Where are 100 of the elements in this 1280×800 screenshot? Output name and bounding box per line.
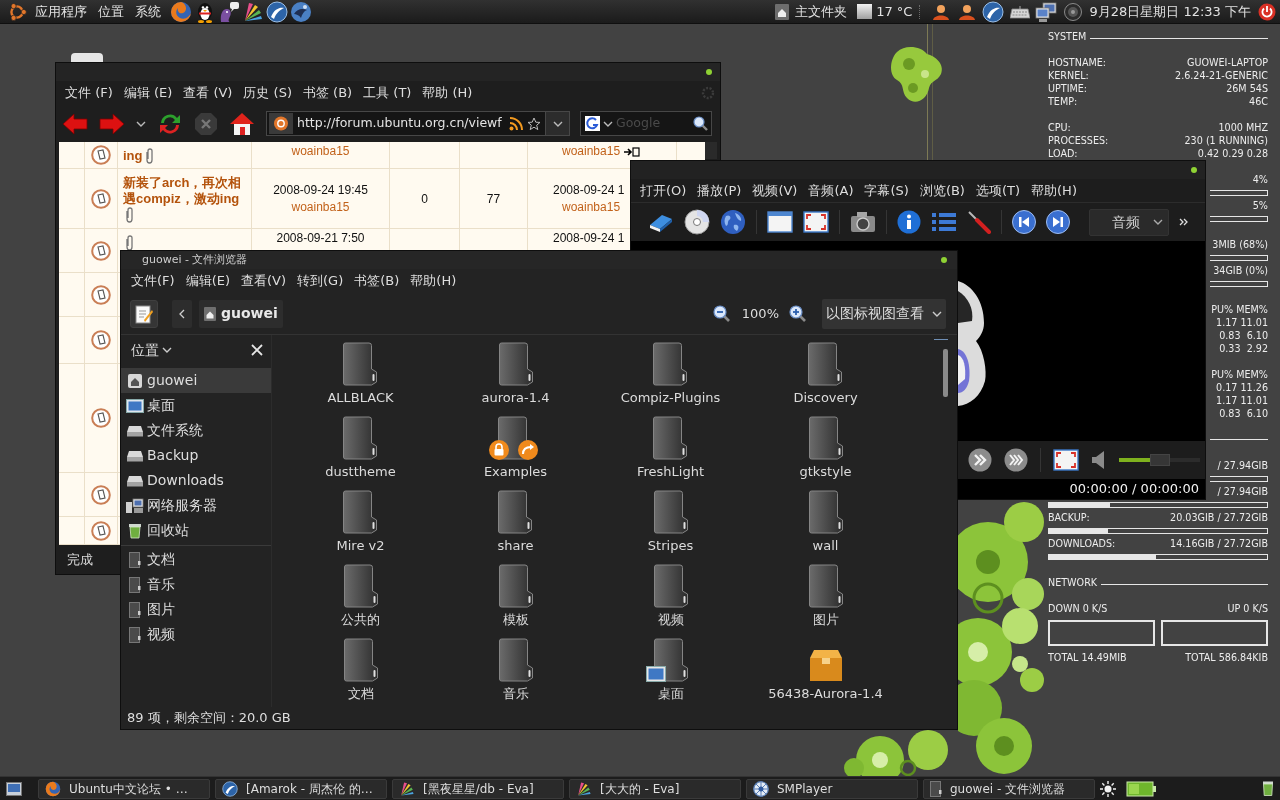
- sun-icon[interactable]: [1100, 780, 1116, 797]
- file-item[interactable]: 音乐: [495, 638, 536, 712]
- file-item[interactable]: ALLBLACK: [325, 342, 396, 416]
- search-icon[interactable]: [693, 116, 708, 131]
- panel-menu[interactable]: 系统: [135, 1, 161, 22]
- globe-icon[interactable]: [720, 209, 746, 235]
- sidebar-item[interactable]: 音乐: [121, 572, 271, 597]
- file-item[interactable]: FreshLight: [634, 416, 706, 490]
- menu-item[interactable]: 浏览(B): [919, 180, 965, 201]
- fullscreen-icon[interactable]: [803, 211, 829, 233]
- task-button[interactable]: [大大的 - Eva]: [569, 778, 741, 799]
- window-icon[interactable]: [767, 211, 793, 233]
- menu-item[interactable]: 编辑(E): [185, 271, 230, 291]
- bird-globe-icon[interactable]: [290, 0, 312, 23]
- speaker-icon[interactable]: [1091, 450, 1107, 470]
- task-button[interactable]: SMPlayer: [746, 778, 918, 799]
- topic-link[interactable]: 新装了arch，再次相遇compiz，激动ing: [123, 175, 246, 207]
- fullscreen-icon[interactable]: [1053, 449, 1079, 471]
- stop-icon[interactable]: [194, 111, 218, 136]
- file-item[interactable]: 公共的: [339, 564, 382, 638]
- speaker-icon[interactable]: [1064, 2, 1083, 21]
- panel-menu[interactable]: 应用程序: [35, 1, 87, 22]
- swirl-globe-icon[interactable]: [45, 780, 61, 797]
- back-arrow-icon[interactable]: [62, 112, 88, 135]
- menu-item[interactable]: 历史 (S): [243, 83, 292, 103]
- sidebar-item[interactable]: guowei: [121, 368, 271, 393]
- author-link[interactable]: woainba15: [291, 143, 350, 160]
- info-icon[interactable]: [897, 210, 921, 234]
- history-dropdown[interactable]: [546, 111, 570, 136]
- file-item[interactable]: wall: [805, 490, 846, 564]
- file-item[interactable]: 文档: [340, 638, 381, 712]
- swirl-globe-icon[interactable]: [170, 0, 192, 23]
- file-item[interactable]: aurora-1.4: [479, 342, 552, 416]
- fast-forward-icon[interactable]: [1004, 448, 1028, 472]
- show-desktop-icon[interactable]: [6, 781, 22, 796]
- sidebar-item[interactable]: 视频: [121, 622, 271, 647]
- menu-item[interactable]: 打开(O): [640, 180, 687, 201]
- google-icon[interactable]: [585, 116, 600, 131]
- menu-item[interactable]: 文件(F): [131, 271, 175, 291]
- zoom-out-icon[interactable]: [712, 305, 730, 322]
- audio-dropdown[interactable]: 音频: [1089, 208, 1169, 236]
- sidebar-item[interactable]: Downloads: [121, 468, 271, 493]
- menu-item[interactable]: 查看 (V): [183, 83, 233, 103]
- menu-item[interactable]: 编辑 (E): [123, 83, 173, 103]
- sidebar-item[interactable]: Backup: [121, 443, 271, 468]
- task-button[interactable]: [黑夜星星/db - Eva]: [392, 778, 564, 799]
- file-item[interactable]: Discovery: [791, 342, 860, 416]
- list-icon[interactable]: [931, 211, 957, 233]
- window-dot-icon[interactable]: [1191, 167, 1197, 173]
- fan-icon[interactable]: [576, 780, 592, 797]
- author-link[interactable]: woainba15: [562, 143, 621, 160]
- menu-item[interactable]: 选项(T): [975, 180, 1021, 201]
- skip-forward-icon[interactable]: [1046, 210, 1070, 234]
- file-item[interactable]: 视频: [650, 564, 691, 638]
- scrollbar-track[interactable]: [705, 142, 717, 159]
- double-chevron-icon[interactable]: [1179, 218, 1189, 226]
- skip-back-icon[interactable]: [1012, 210, 1036, 234]
- menu-item[interactable]: 帮助 (H): [422, 83, 473, 103]
- file-item[interactable]: Examples: [481, 416, 550, 490]
- volume-slider[interactable]: [1119, 454, 1200, 466]
- sidebar-item[interactable]: 回收站: [121, 518, 271, 543]
- star-icon[interactable]: [527, 116, 541, 131]
- caret-icon[interactable]: [136, 120, 146, 127]
- menu-item[interactable]: 帮助(H): [1031, 180, 1077, 201]
- swoosh-globe-icon[interactable]: [266, 0, 288, 23]
- fan-icon[interactable]: [242, 0, 264, 23]
- file-item[interactable]: Mire v2: [334, 490, 387, 564]
- menu-item[interactable]: 书签(B): [354, 271, 400, 291]
- screwdriver-icon[interactable]: [967, 210, 991, 234]
- menu-item[interactable]: 播放(P): [697, 180, 742, 201]
- location-button[interactable]: guowei: [199, 299, 283, 328]
- sidebar-item[interactable]: 文件系统: [121, 418, 271, 443]
- clock[interactable]: 9月28日星期日 12:33 下午: [1089, 1, 1251, 22]
- keyboard-icon[interactable]: [1010, 4, 1031, 19]
- menu-item[interactable]: 文件 (F): [65, 83, 113, 103]
- forward-arrow-icon[interactable]: [99, 112, 125, 135]
- back-button[interactable]: [172, 299, 192, 328]
- author-link[interactable]: woainba15: [562, 198, 621, 216]
- menu-item[interactable]: 音频(A): [808, 180, 854, 201]
- file-item[interactable]: Stripes: [645, 490, 696, 564]
- view-dropdown[interactable]: 以图标视图查看: [822, 298, 946, 329]
- task-button[interactable]: [Amarok - 周杰伦 的…: [215, 778, 387, 799]
- menu-item[interactable]: 书签 (B): [302, 83, 353, 103]
- person-icon[interactable]: [932, 3, 951, 20]
- edit-button[interactable]: [130, 299, 158, 328]
- fan-icon[interactable]: [399, 780, 415, 797]
- rss-icon[interactable]: [509, 116, 523, 131]
- file-item[interactable]: Compiz-Plugins: [618, 342, 723, 416]
- fast-forward-icon[interactable]: [968, 448, 992, 472]
- menu-item[interactable]: 工具 (T): [363, 83, 412, 103]
- file-item[interactable]: 模板: [495, 564, 536, 638]
- close-icon[interactable]: [251, 344, 263, 356]
- sidebar-item[interactable]: 文档: [121, 547, 271, 572]
- sidebar-dropdown[interactable]: 位置: [131, 339, 172, 361]
- weather-button[interactable]: 17 °C: [857, 1, 913, 22]
- file-item[interactable]: gtkstyle: [797, 416, 854, 490]
- sidebar-item[interactable]: 图片: [121, 597, 271, 622]
- topic-link[interactable]: ing: [123, 148, 143, 164]
- task-button[interactable]: guowei - 文件浏览器: [923, 778, 1095, 799]
- file-item[interactable]: share: [495, 490, 536, 564]
